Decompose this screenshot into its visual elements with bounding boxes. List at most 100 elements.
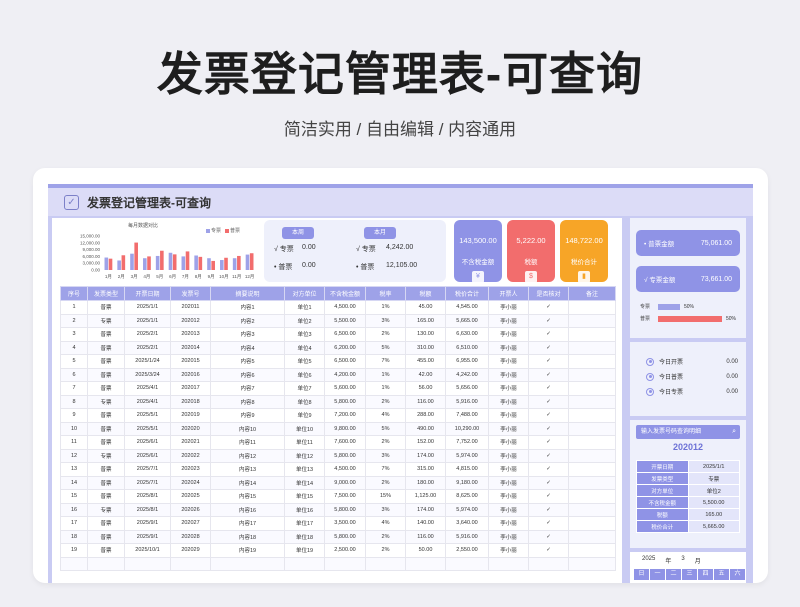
table-cell[interactable]: 6,500.00 [324, 327, 366, 342]
table-cell[interactable]: ✓ [528, 516, 569, 531]
table-cell[interactable]: 5,665.00 [445, 313, 489, 328]
table-cell[interactable]: 490.00 [405, 421, 446, 436]
table-cell[interactable]: 7 [60, 381, 88, 396]
table-cell[interactable] [568, 381, 616, 396]
table-cell[interactable]: 202024 [170, 475, 211, 490]
table-cell[interactable]: ✓ [528, 489, 569, 504]
table-cell[interactable]: 45.00 [405, 300, 446, 315]
table-row[interactable]: 15 普票 2025/8/1 202025 内容15 单位15 7,500.00 15% 1,1… [60, 489, 616, 504]
table-cell[interactable]: 2025/9/1 [124, 516, 171, 531]
table-cell[interactable] [87, 556, 125, 571]
table-cell[interactable]: 内容6 [210, 367, 285, 382]
table-cell[interactable]: 6,200.00 [324, 340, 366, 355]
table-cell[interactable] [528, 556, 569, 571]
table-cell[interactable]: 2025/1/1 [124, 313, 171, 328]
table-cell[interactable]: 李小丽 [488, 462, 529, 477]
table-cell[interactable]: 2025/4/1 [124, 394, 171, 409]
table-cell[interactable]: 2025/9/1 [124, 529, 171, 544]
search-icon[interactable]: ⌕ [732, 425, 736, 439]
table-cell[interactable] [568, 502, 616, 517]
table-cell[interactable]: ✓ [528, 448, 569, 463]
table-cell[interactable]: 202015 [170, 354, 211, 369]
table-cell[interactable]: 内容17 [210, 516, 285, 531]
table-cell[interactable]: 2025/10/1 [124, 543, 171, 558]
table-cell[interactable]: 6,955.00 [445, 354, 489, 369]
table-cell[interactable]: 202027 [170, 516, 211, 531]
table-cell[interactable]: 4,545.00 [445, 300, 489, 315]
table-cell[interactable]: 单位5 [284, 354, 325, 369]
table-cell[interactable]: 202019 [170, 408, 211, 423]
table-cell[interactable]: 普票 [87, 421, 125, 436]
table-cell[interactable]: 单位19 [284, 543, 325, 558]
table-cell[interactable] [568, 435, 616, 450]
table-cell[interactable]: 3% [365, 502, 406, 517]
table-cell[interactable] [568, 516, 616, 531]
table-cell[interactable]: 单位7 [284, 381, 325, 396]
table-cell[interactable]: 4,200.00 [324, 367, 366, 382]
month-button[interactable]: 本月 [364, 227, 396, 239]
table-row[interactable]: 4 普票 2025/2/1 202014 内容4 单位4 6,200.00 5% 310.00 6… [60, 340, 616, 355]
table-cell[interactable]: 5,916.00 [445, 394, 489, 409]
table-cell[interactable]: ✓ [528, 313, 569, 328]
table-cell[interactable]: 普票 [87, 327, 125, 342]
table-cell[interactable]: 普票 [87, 516, 125, 531]
table-cell[interactable]: 内容16 [210, 502, 285, 517]
table-cell[interactable]: 单位9 [284, 408, 325, 423]
table-cell[interactable]: 单位15 [284, 489, 325, 504]
table-cell[interactable]: 2% [365, 529, 406, 544]
table-cell[interactable]: 李小丽 [488, 435, 529, 450]
table-row[interactable]: 18 普票 2025/9/1 202028 内容18 单位18 5,800.00 2% 116.… [60, 529, 616, 544]
table-cell[interactable]: 5,800.00 [324, 448, 366, 463]
table-cell[interactable]: 6 [60, 367, 88, 382]
table-cell[interactable] [568, 327, 616, 342]
table-cell[interactable]: 2025/2/1 [124, 340, 171, 355]
table-cell[interactable]: 2025/7/1 [124, 475, 171, 490]
table-cell[interactable]: 李小丽 [488, 529, 529, 544]
table-cell[interactable]: 18 [60, 529, 88, 544]
table-cell[interactable]: 9 [60, 408, 88, 423]
table-cell[interactable]: 315.00 [405, 462, 446, 477]
table-cell[interactable]: 单位3 [284, 327, 325, 342]
table-cell[interactable]: 李小丽 [488, 448, 529, 463]
table-cell[interactable]: 单位4 [284, 340, 325, 355]
table-cell[interactable]: 内容2 [210, 313, 285, 328]
table-cell[interactable]: 7,752.00 [445, 435, 489, 450]
table-cell[interactable]: 202026 [170, 502, 211, 517]
table-cell[interactable]: 单位8 [284, 394, 325, 409]
table-cell[interactable]: 1% [365, 381, 406, 396]
table-cell[interactable]: 174.00 [405, 448, 446, 463]
table-cell[interactable]: 内容18 [210, 529, 285, 544]
table-cell[interactable]: 专票 [87, 313, 125, 328]
table-cell[interactable]: 4,500.00 [324, 300, 366, 315]
table-cell[interactable]: 普票 [87, 489, 125, 504]
table-cell[interactable]: 内容12 [210, 448, 285, 463]
table-cell[interactable]: 5,656.00 [445, 381, 489, 396]
table-cell[interactable]: ✓ [528, 300, 569, 315]
table-cell[interactable]: 8 [60, 394, 88, 409]
table-row[interactable]: 14 普票 2025/7/1 202024 内容14 单位14 9,000.00 2% 180.… [60, 475, 616, 490]
table-cell[interactable]: 202011 [170, 300, 211, 315]
table-cell[interactable]: 9,000.00 [324, 475, 366, 490]
table-cell[interactable]: 2,500.00 [324, 543, 366, 558]
table-cell[interactable] [568, 475, 616, 490]
table-cell[interactable]: 455.00 [405, 354, 446, 369]
table-cell[interactable]: 202018 [170, 394, 211, 409]
table-cell[interactable]: 7,200.00 [324, 408, 366, 423]
table-cell[interactable]: 9,180.00 [445, 475, 489, 490]
table-cell[interactable]: 李小丽 [488, 340, 529, 355]
table-cell[interactable]: ✓ [528, 529, 569, 544]
table-cell[interactable]: 单位16 [284, 502, 325, 517]
table-row[interactable]: 7 普票 2025/4/1 202017 内容7 单位7 5,600.00 1% 56.00 5,… [60, 381, 616, 396]
table-cell[interactable]: 李小丽 [488, 313, 529, 328]
table-cell[interactable]: 310.00 [405, 340, 446, 355]
table-row[interactable]: 8 专票 2025/4/1 202018 内容8 单位8 5,800.00 2% 116.00 5… [60, 394, 616, 409]
table-cell[interactable] [568, 394, 616, 409]
table-cell[interactable]: 单位6 [284, 367, 325, 382]
calendar-year[interactable]: 2025 [642, 556, 655, 565]
table-cell[interactable]: 普票 [87, 340, 125, 355]
table-cell[interactable]: 普票 [87, 475, 125, 490]
table-cell[interactable]: 9,800.00 [324, 421, 366, 436]
table-cell[interactable]: 2% [365, 475, 406, 490]
table-cell[interactable]: 5% [365, 340, 406, 355]
table-cell[interactable]: 5,800.00 [324, 394, 366, 409]
